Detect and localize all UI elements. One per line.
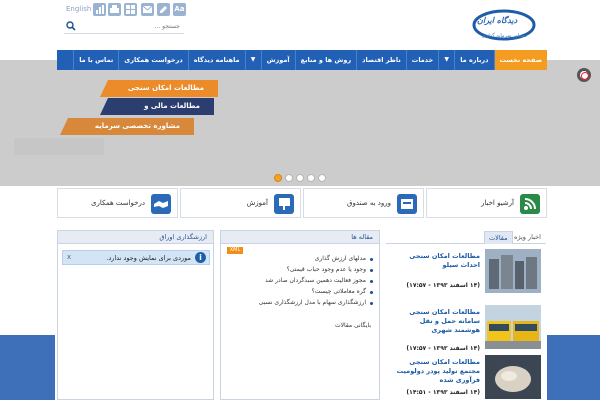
news-item[interactable]: مطالعات امکان سنجی سامانه حمل و نقل هوشم…: [386, 302, 546, 356]
nav-item-monthly[interactable]: ماهنامه دیدگاه: [187, 50, 245, 70]
alert-text: موردی برای نمایش وجود ندارد.: [106, 254, 191, 262]
grid-icon[interactable]: [124, 3, 137, 16]
news-thumbnail[interactable]: [485, 249, 541, 293]
search-input[interactable]: [80, 21, 180, 32]
rss-icon: [520, 194, 540, 214]
panel-header: ارزشگذاری اوراق: [58, 231, 213, 244]
slide-ribbon-faded: [14, 138, 104, 155]
chevron-down-icon[interactable]: ▼: [244, 50, 261, 70]
search-box: [64, 20, 184, 34]
nav-item-services[interactable]: خدمات: [405, 50, 438, 70]
xml-feed-icon[interactable]: XML: [227, 247, 243, 254]
panel-header: مقاله ها: [221, 231, 379, 244]
footer-band-left: [0, 335, 55, 400]
slider-dot[interactable]: [296, 174, 304, 182]
slider-dots: [274, 174, 326, 182]
news-title[interactable]: مطالعات امکان سنجی احداث سیلو: [392, 252, 480, 270]
quick-link-label: درخواست همکاری: [91, 199, 145, 207]
news-date: (۱۴ اسفند ۱۳۹۳ - ۱۴:۵۱): [406, 389, 480, 396]
list-item[interactable]: مجوز فعالیت دهمین سبدگردان صادر شد: [223, 277, 373, 288]
logo-subtitle: مشاور سرمایه گذاری: [482, 33, 527, 39]
quick-link-education[interactable]: آموزش: [180, 188, 301, 218]
nav-item-cooperation[interactable]: درخواست همکاری: [118, 50, 187, 70]
news-tabs: مقالات اخبار ویژه: [386, 230, 546, 244]
mail-icon[interactable]: [141, 3, 154, 16]
nav-item-home[interactable]: صفحه نخست: [493, 50, 547, 70]
footer-band-right: [547, 335, 600, 400]
slide-ribbon-consulting: مشاوره تخصصی سرمایه گذاری: [60, 118, 194, 135]
tab-articles[interactable]: مقالات: [484, 231, 513, 244]
font-size-icon[interactable]: Aa: [173, 3, 186, 16]
info-alert: i موردی برای نمایش وجود ندارد. x: [62, 250, 210, 265]
news-thumbnail[interactable]: [485, 355, 541, 399]
slider-dot[interactable]: [307, 174, 315, 182]
hero-slider: مطالعات امکان سنجی مطالعات مالی و اقتصاد…: [0, 60, 600, 186]
print-icon[interactable]: [108, 3, 121, 16]
logo-icon[interactable]: [466, 7, 536, 47]
list-item[interactable]: وجود یا عدم وجود حباب قیمتی؟: [223, 266, 373, 277]
archive-link[interactable]: بایگانی مقالات: [335, 322, 371, 329]
list-item[interactable]: گره معاملاتی چیست؟: [223, 288, 373, 299]
handshake-icon: [151, 194, 171, 214]
fund-icon: [397, 194, 417, 214]
list-item[interactable]: ارزشگذاری سهام با مدل ارزشگذاری نسبی: [223, 299, 373, 310]
logo-text: دیدگاه ایران: [477, 16, 518, 25]
slider-dot[interactable]: [285, 174, 293, 182]
panel-title: ارزشگذاری اوراق: [159, 233, 207, 241]
nav-item-education[interactable]: آموزش: [260, 50, 295, 70]
info-icon: i: [195, 252, 206, 263]
news-title[interactable]: مطالعات امکان سنجی سامانه حمل و نقل هوشم…: [392, 308, 480, 335]
panel-securities-valuation: ارزشگذاری اوراق i موردی برای نمایش وجود …: [57, 230, 214, 400]
list-item[interactable]: مدلهای ارزش گذاری: [223, 255, 373, 266]
quick-link-news-archive[interactable]: آرشیو اخبار: [426, 188, 547, 218]
quick-link-label: ورود به صندوق: [347, 199, 391, 207]
panel-news: مقالات اخبار ویژه مطالعات امکان سنجی احد…: [386, 230, 547, 400]
slider-dot[interactable]: [318, 174, 326, 182]
language-link[interactable]: English: [66, 5, 91, 13]
nav-item-contact[interactable]: تماس با ما: [73, 50, 118, 70]
nav-item-about[interactable]: درباره ما: [454, 50, 493, 70]
quick-link-fund-login[interactable]: ورود به صندوق: [303, 188, 424, 218]
slider-dot[interactable]: [274, 174, 282, 182]
quick-links: آرشیو اخبار ورود به صندوق آموزش درخواست …: [57, 188, 547, 218]
slider-toggle-button[interactable]: [577, 68, 591, 82]
education-icon: [274, 194, 294, 214]
article-list: مدلهای ارزش گذاری وجود یا عدم وجود حباب …: [223, 255, 373, 310]
quick-link-label: آرشیو اخبار: [480, 199, 514, 207]
slide-ribbon-financial: مطالعات مالی و اقتصادی: [100, 98, 214, 115]
quick-link-label: آموزش: [246, 199, 268, 207]
tab-special-news[interactable]: اخبار ویژه: [510, 231, 545, 244]
edit-icon[interactable]: [157, 3, 170, 16]
nav-item-economy[interactable]: ناظر اقتصاد: [356, 50, 406, 70]
nav-item-methods[interactable]: روش ها و منابع: [294, 50, 357, 70]
search-icon[interactable]: [66, 21, 76, 31]
news-date: (۱۴ اسفند ۱۳۹۳ - ۱۷:۵۷): [406, 282, 480, 289]
quick-link-cooperation[interactable]: درخواست همکاری: [57, 188, 178, 218]
news-item[interactable]: مطالعات امکان سنجی مجتمع تولید پودر دولو…: [386, 352, 546, 400]
main-nav: صفحه نخست درباره ما ▼ خدمات ناظر اقتصاد …: [57, 50, 547, 70]
news-item[interactable]: مطالعات امکان سنجی احداث سیلو (۱۴ اسفند …: [386, 246, 546, 300]
slide-ribbon-feasibility: مطالعات امکان سنجی: [100, 80, 218, 97]
news-thumbnail[interactable]: [485, 305, 541, 349]
chevron-down-icon[interactable]: ▼: [438, 50, 454, 70]
close-icon[interactable]: x: [67, 253, 71, 261]
news-title[interactable]: مطالعات امکان سنجی مجتمع تولید پودر دولو…: [392, 358, 480, 385]
chart-icon[interactable]: [93, 3, 106, 16]
news-date: (۱۴ اسفند ۱۳۹۳ - ۱۷:۵۷): [406, 345, 480, 352]
panel-articles: مقاله ها XML مدلهای ارزش گذاری وجود یا ع…: [220, 230, 380, 400]
header: English Aa دیدگاه ایران مشاور سرمایه گذا…: [0, 0, 600, 50]
panel-title: مقاله ها: [351, 233, 373, 241]
